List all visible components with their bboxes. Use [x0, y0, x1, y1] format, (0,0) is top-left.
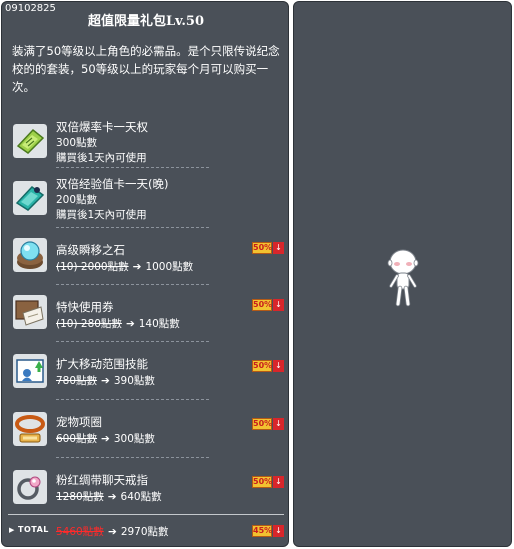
item-new-price: 300點數 — [113, 433, 155, 445]
teleport-rock-icon — [13, 238, 47, 272]
item-price-row: 1280點數 ➔ 640點數 — [56, 489, 162, 504]
discount-percent: 50% — [252, 242, 273, 254]
item-price-row: 600點數 ➔ 300點數 — [56, 431, 155, 446]
double-drop-coupon-icon — [13, 124, 47, 158]
item-separator — [56, 341, 209, 342]
total-divider — [8, 514, 284, 515]
item-price: 200點數 — [56, 194, 98, 206]
package-item[interactable]: 双倍经验值卡一天(晚) 200點數 購買後1天內可使用 — [2, 173, 290, 231]
item-separator — [56, 284, 209, 285]
expand-movement-skill-icon — [13, 354, 47, 388]
express-ticket-icon — [13, 295, 47, 329]
down-arrow-icon: ↓ — [273, 299, 284, 311]
character-preview-panel — [293, 1, 512, 547]
arrow-icon: ➔ — [101, 375, 110, 387]
item-name: 特快使用券 — [56, 300, 114, 314]
item-new-price: 1000點數 — [145, 261, 194, 273]
item-price: 300點數 — [56, 137, 98, 149]
package-info-panel: 09102825 超值限量礼包Lv.50 装满了50等级以上角色的必需品。是个只… — [1, 1, 289, 547]
down-arrow-icon: ↓ — [273, 476, 284, 488]
item-name: 双倍爆率卡一天权 — [56, 120, 148, 134]
discount-percent: 50% — [252, 476, 273, 488]
pink-ribbon-ring-icon — [13, 470, 47, 504]
package-item[interactable]: 扩大移动范围技能 780點數 ➔ 390點數 50% ↓ — [2, 346, 290, 404]
discount-badge: 50% ↓ — [252, 476, 284, 488]
item-old-price: 1280點數 — [56, 491, 104, 503]
discount-percent: 50% — [252, 418, 273, 430]
item-old-price: 780點數 — [56, 375, 98, 387]
package-title: 超值限量礼包Lv.50 — [87, 14, 204, 29]
item-period: 購買後1天內可使用 — [56, 152, 147, 164]
arrow-icon: ➔ — [107, 491, 117, 503]
double-exp-coupon-icon — [13, 181, 47, 215]
character-avatar-icon — [387, 249, 419, 307]
arrow-icon: ➔ — [108, 526, 117, 538]
package-description: 装满了50等级以上角色的必需品。是个只限传说纪念校的的套装，50等级以上的玩家每… — [12, 44, 280, 94]
item-name: 双倍经验值卡一天(晚) — [56, 177, 169, 191]
item-name: 粉红绸带聊天戒指 — [56, 473, 148, 487]
arrow-icon: ➔ — [101, 433, 110, 445]
total-row: ▶ TOTAL 5460點數 ➔ 2970點數 45% ↓ — [2, 524, 290, 540]
pet-collar-icon — [13, 412, 47, 446]
item-price-row: 780點數 ➔ 390點數 — [56, 373, 155, 388]
down-arrow-icon: ↓ — [273, 360, 284, 372]
discount-percent: 50% — [252, 299, 273, 311]
package-item[interactable]: 宠物项圈 600點數 ➔ 300點數 50% ↓ — [2, 404, 290, 462]
cash-shop-package-window: 09102825 超值限量礼包Lv.50 装满了50等级以上角色的必需品。是个只… — [0, 0, 514, 549]
discount-badge: 50% ↓ — [252, 299, 284, 311]
item-name: 扩大移动范围技能 — [56, 357, 148, 371]
item-separator — [56, 167, 209, 168]
total-discount-badge: 45% ↓ — [252, 525, 284, 537]
item-old-price: (10) 280點數 — [56, 318, 122, 330]
item-new-price: 390點數 — [113, 375, 155, 387]
package-item[interactable]: 双倍爆率卡一天权 300點數 購買後1天內可使用 — [2, 116, 290, 174]
item-price-row: (10) 2000點數 ➔ 1000點數 — [56, 259, 193, 274]
item-name: 宠物项圈 — [56, 415, 102, 429]
down-arrow-icon: ↓ — [273, 242, 284, 254]
item-old-price: 600點數 — [56, 433, 98, 445]
item-name: 高级瞬移之石 — [56, 243, 125, 257]
package-item[interactable]: 特快使用券 (10) 280點數 ➔ 140點數 50% ↓ — [2, 289, 290, 347]
item-separator — [56, 227, 209, 228]
item-separator — [56, 399, 209, 400]
item-separator — [56, 457, 209, 458]
arrow-icon: ➔ — [125, 318, 135, 330]
item-period: 購買後1天內可使用 — [56, 209, 147, 221]
item-new-price: 640點數 — [120, 491, 162, 503]
down-arrow-icon: ↓ — [273, 418, 284, 430]
discount-badge: 50% ↓ — [252, 418, 284, 430]
total-new-price: 2970點數 — [120, 526, 169, 538]
down-arrow-icon: ↓ — [273, 525, 284, 537]
package-item[interactable]: 高级瞬移之石 (10) 2000點數 ➔ 1000點數 50% ↓ — [2, 232, 290, 290]
discount-percent: 45% — [252, 525, 273, 537]
discount-percent: 50% — [252, 360, 273, 372]
package-item[interactable]: 粉红绸带聊天戒指 1280點數 ➔ 640點數 50% ↓ — [2, 462, 290, 520]
total-old-price: 5460點數 — [56, 526, 104, 538]
triangle-right-icon: ▶ — [9, 526, 15, 534]
arrow-icon: ➔ — [132, 261, 142, 273]
discount-badge: 50% ↓ — [252, 242, 284, 254]
total-new-price-row: ➔ 2970點數 — [108, 524, 169, 539]
discount-badge: 50% ↓ — [252, 360, 284, 372]
item-old-price: (10) 2000點數 — [56, 261, 129, 273]
total-label: TOTAL — [18, 525, 49, 534]
item-new-price: 140點數 — [138, 318, 180, 330]
item-price-row: (10) 280點數 ➔ 140點數 — [56, 316, 180, 331]
